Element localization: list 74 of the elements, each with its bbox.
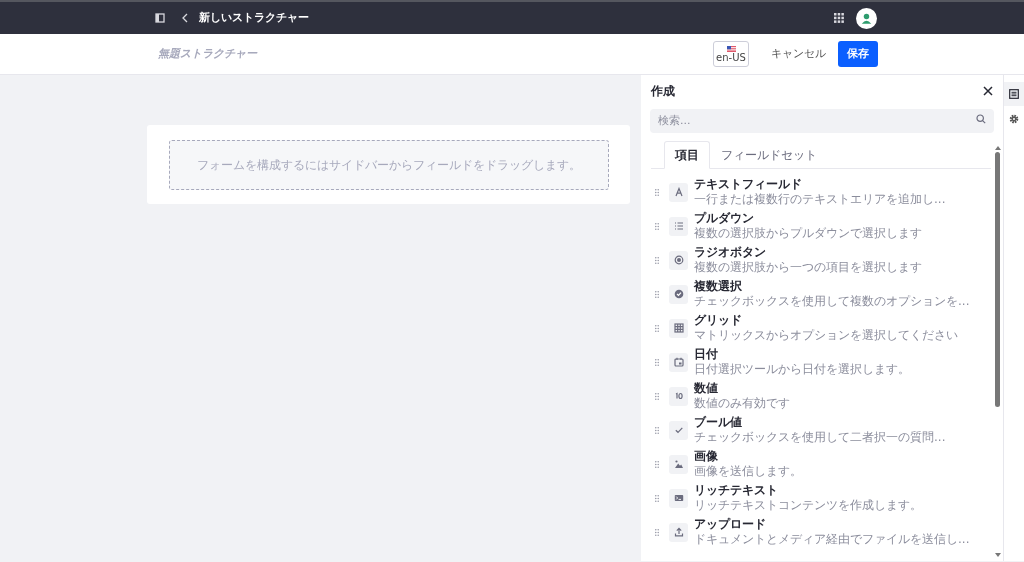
- drag-handle-icon: [655, 222, 659, 230]
- list-panel-icon[interactable]: [1009, 89, 1019, 99]
- field-type-label: 複数選択: [694, 279, 743, 294]
- search-field[interactable]: 検索...: [650, 108, 994, 133]
- close-icon[interactable]: [983, 86, 993, 96]
- drag-handle-icon: [655, 392, 659, 400]
- drag-handle-icon: [655, 290, 659, 298]
- number-icon: [673, 391, 684, 401]
- field-type-description: マトリックスからオプションを選択してください: [694, 328, 958, 343]
- tab[interactable]: フィールドセット: [710, 141, 828, 169]
- field-type-description: 一行または複数行のテキストエリアを追加し...: [694, 192, 946, 207]
- check-icon: [673, 425, 684, 435]
- drop-zone: フォームを構成するにはサイドバーからフィールドをドラッグします。: [168, 139, 609, 190]
- tab[interactable]: 項目: [664, 141, 710, 169]
- page-title: 新しいストラクチャー: [199, 9, 309, 26]
- drag-handle-icon: [655, 426, 659, 434]
- field-type-label: 日付: [694, 347, 719, 362]
- rich-text-icon: [673, 493, 684, 503]
- settings-icon[interactable]: [1009, 114, 1019, 124]
- apps-grid-icon[interactable]: [834, 13, 844, 23]
- field-type-label: ラジオボタン: [694, 245, 767, 260]
- field-type-label: 数値: [694, 381, 719, 396]
- field-type-description: チェックボックスを使用して複数のオプションを...: [694, 294, 970, 309]
- sidebar-title: 作成: [651, 83, 675, 100]
- field-type-item[interactable]: プルダウン 複数の選択肢からプルダウンで選択します: [641, 209, 991, 243]
- drag-handle-icon: [655, 256, 659, 264]
- field-type-label: ブール値: [694, 415, 743, 430]
- check-circle-icon: [673, 289, 684, 299]
- field-type-description: 複数の選択肢からプルダウンで選択します: [694, 226, 922, 241]
- field-type-description: 数値のみ有効です: [694, 396, 790, 411]
- field-type-description: 画像を送信します。: [694, 464, 802, 479]
- field-type-item[interactable]: アップロード ドキュメントとメディア経由でファイルを送信し...: [641, 515, 991, 549]
- list-icon: [673, 221, 684, 231]
- drag-handle-icon: [655, 460, 659, 468]
- field-type-item[interactable]: テキストフィールド 一行または複数行のテキストエリアを追加し...: [641, 175, 991, 209]
- user-avatar-icon[interactable]: [856, 7, 877, 29]
- field-type-label: リッチテキスト: [694, 483, 779, 498]
- drag-handle-icon: [655, 324, 659, 332]
- drag-handle-icon: [655, 528, 659, 536]
- sidebar-toggle-icon[interactable]: [155, 13, 165, 23]
- upload-icon: [673, 527, 684, 537]
- field-type-label: アップロード: [694, 517, 767, 532]
- locale-label: en-US: [716, 51, 746, 63]
- drag-handle-icon: [655, 494, 659, 502]
- calendar-icon: [673, 357, 684, 367]
- field-type-item[interactable]: ラジオボタン 複数の選択肢から一つの項目を選択します: [641, 243, 991, 277]
- field-type-item[interactable]: ブール値 チェックボックスを使用して二者択一の質問...: [641, 413, 991, 447]
- radio-button-icon: [673, 255, 684, 265]
- field-type-label: テキストフィールド: [694, 177, 803, 192]
- field-type-item[interactable]: リッチテキスト リッチテキストコンテンツを作成します。: [641, 481, 991, 515]
- back-icon[interactable]: [181, 13, 189, 23]
- field-type-description: 複数の選択肢から一つの項目を選択します: [694, 260, 922, 275]
- search-icon: [976, 114, 986, 124]
- save-button[interactable]: 保存: [838, 40, 878, 68]
- field-type-description: ドキュメントとメディア経由でファイルを送信し...: [694, 532, 970, 547]
- field-type-item[interactable]: 画像 画像を送信します。: [641, 447, 991, 481]
- field-type-item[interactable]: 数値 数値のみ有効です: [641, 379, 991, 413]
- locale-selector[interactable]: en-US: [713, 41, 749, 67]
- field-type-item[interactable]: 複数選択 チェックボックスを使用して複数のオプションを...: [641, 277, 991, 311]
- field-type-description: チェックボックスを使用して二者択一の質問...: [694, 430, 946, 445]
- letter-a-icon: [673, 187, 684, 197]
- field-type-label: グリッド: [694, 313, 743, 328]
- field-type-label: 画像: [694, 449, 719, 464]
- image-icon: [673, 459, 684, 469]
- cancel-button[interactable]: キャンセル: [763, 40, 834, 68]
- field-type-description: リッチテキストコンテンツを作成します。: [694, 498, 922, 513]
- drag-handle-icon: [655, 188, 659, 196]
- field-type-item[interactable]: グリッド マトリックスからオプションを選択してください: [641, 311, 991, 345]
- grid-icon: [673, 323, 684, 333]
- field-type-label: プルダウン: [694, 211, 755, 226]
- field-type-item[interactable]: 日付 日付選択ツールから日付を選択します。: [641, 345, 991, 379]
- flag-icon: [726, 45, 736, 52]
- field-type-description: 日付選択ツールから日付を選択します。: [694, 362, 910, 377]
- drag-handle-icon: [655, 358, 659, 366]
